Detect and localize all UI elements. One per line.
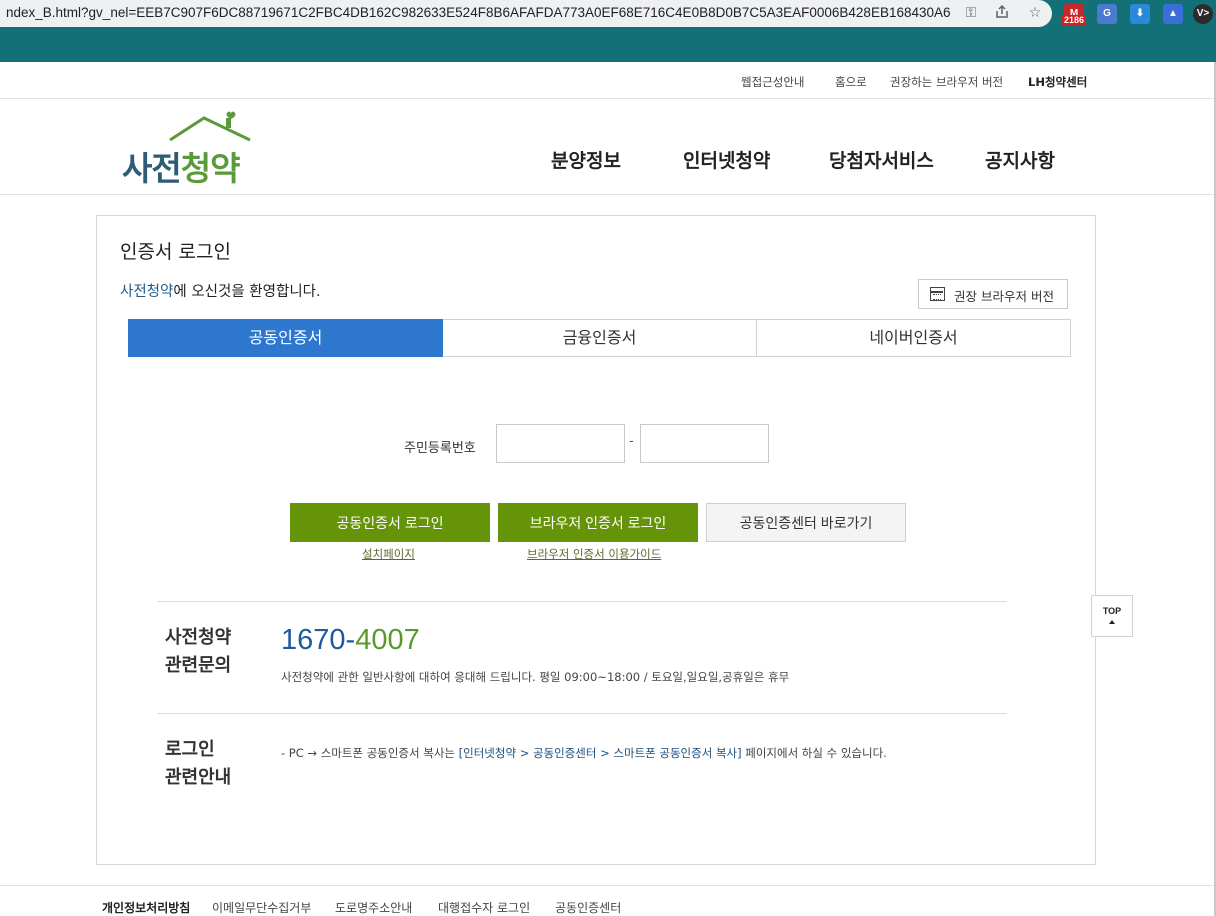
divider (0, 194, 1216, 195)
welcome-text: 사전청약에 오신것을 환영합니다. (120, 284, 321, 300)
site-logo[interactable]: 사전청약 (118, 110, 258, 188)
vpn-extension-icon[interactable]: V> (1193, 4, 1213, 24)
profile-extension-icon[interactable]: ▲ (1163, 4, 1183, 24)
tab-joint-certificate[interactable]: 공동인증서 (128, 319, 443, 357)
install-page-link[interactable]: 설치페이지 (362, 546, 415, 562)
share-icon[interactable] (993, 4, 1011, 22)
tab-financial-certificate[interactable]: 금융인증서 (443, 319, 757, 357)
gnb-item-winner-service[interactable]: 당첨자서비스 (829, 146, 934, 173)
guide-title: 로그인 관련안내 (165, 739, 232, 788)
download-extension-icon[interactable]: ⬇ (1130, 4, 1150, 24)
browser-toolbar: ndex_B.html?gv_nel=EEB7C907F6DC88719671C… (0, 0, 1216, 62)
translate-extension-icon[interactable]: G (1097, 4, 1117, 24)
contact-phone: 1670-4007 (281, 624, 420, 656)
url-text[interactable]: ndex_B.html?gv_nel=EEB7C907F6DC88719671C… (6, 5, 951, 20)
footer-link-agent-login[interactable]: 대행접수자 로그인 (438, 899, 530, 916)
divider (0, 885, 1216, 886)
divider (0, 98, 1216, 99)
cert-tabs: 공동인증서 금융인증서 네이버인증서 (128, 319, 1071, 357)
gnb-item-sales-info[interactable]: 분양정보 (551, 146, 621, 173)
rrn-back-input[interactable] (640, 424, 769, 463)
recommended-browser-button[interactable]: 권장 브라우저 버전 (918, 279, 1068, 309)
contact-description: 사전청약에 관한 일반사항에 대하여 응대해 드립니다. 평일 09:00~18… (281, 670, 790, 684)
arrow-up-icon (1109, 620, 1115, 624)
footer-link-road-address[interactable]: 도로명주소안내 (335, 899, 412, 916)
rrn-front-input[interactable] (496, 424, 625, 463)
key-icon[interactable]: ⚿ (962, 4, 980, 22)
util-link-home[interactable]: 홈으로 (835, 74, 867, 90)
tab-naver-certificate[interactable]: 네이버인증서 (757, 319, 1071, 357)
gnb-item-notice[interactable]: 공지사항 (985, 146, 1055, 173)
logo-text: 사전청약 (122, 149, 240, 188)
rrn-label: 주민등록번호 (404, 441, 476, 456)
divider (157, 601, 1007, 602)
rrn-dash: - (629, 434, 634, 449)
extension-badge: 2186 (1062, 15, 1087, 26)
util-link-lh-center[interactable]: LH청약센터 (1028, 74, 1087, 90)
scroll-top-button[interactable]: TOP (1091, 595, 1133, 637)
page-title: 인증서 로그인 (120, 241, 231, 263)
star-icon[interactable]: ☆ (1026, 4, 1044, 22)
guide-text: - PC → 스마트폰 공동인증서 복사는 [인터넷청약 > 공동인증센터 > … (281, 746, 887, 760)
contact-title: 사전청약 관련문의 (165, 627, 232, 676)
footer-link-privacy[interactable]: 개인정보처리방침 (102, 899, 190, 916)
footer-link-cert-center[interactable]: 공동인증센터 (555, 899, 621, 916)
util-link-accessibility[interactable]: 웹접근성안내 (741, 74, 804, 90)
cert-login-button[interactable]: 공동인증서 로그인 (290, 503, 490, 542)
browser-cert-login-button[interactable]: 브라우저 인증서 로그인 (498, 503, 698, 542)
address-bar[interactable]: ndex_B.html?gv_nel=EEB7C907F6DC88719671C… (0, 0, 1052, 27)
util-link-browser-version[interactable]: 권장하는 브라우저 버전 (890, 74, 1003, 90)
cert-center-button[interactable]: 공동인증센터 바로가기 (706, 503, 906, 542)
calendar-icon (930, 287, 945, 301)
browser-cert-guide-link[interactable]: 브라우저 인증서 이용가이드 (527, 546, 661, 562)
divider (157, 713, 1007, 714)
footer-link-email-refusal[interactable]: 이메일무단수집거부 (212, 899, 311, 916)
gnb-item-online-application[interactable]: 인터넷청약 (683, 146, 770, 173)
